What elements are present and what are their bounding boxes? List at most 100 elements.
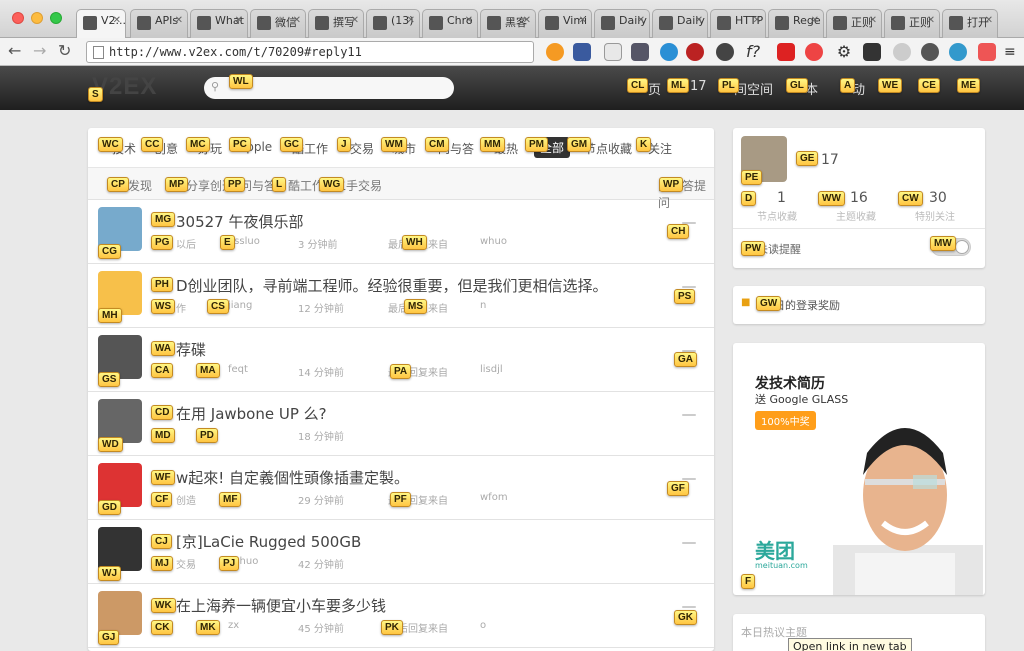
camera-extension-icon[interactable]	[716, 43, 734, 61]
fox-extension-icon[interactable]	[546, 43, 564, 61]
link-hint[interactable]: WF	[151, 470, 175, 485]
subcategory-tab[interactable]: 发现	[128, 177, 152, 194]
link-hint[interactable]: GL	[786, 78, 808, 93]
topic-title[interactable]: 荐碟	[176, 339, 206, 360]
browser-tab[interactable]: 微信 ✕	[250, 9, 306, 38]
reply-count-badge[interactable]	[682, 286, 696, 288]
topic-title[interactable]: 在上海养一辆便宜小车要多少钱	[176, 595, 386, 616]
link-hint[interactable]: MK	[196, 620, 220, 635]
link-hint[interactable]: GF	[667, 481, 689, 496]
close-tab-icon[interactable]: ✕	[811, 15, 819, 26]
browser-tab[interactable]: V2... ✕	[76, 9, 126, 38]
close-tab-icon[interactable]: ✕	[927, 15, 935, 26]
topic-meta[interactable]: zx	[228, 620, 239, 631]
topic-meta[interactable]: whuo	[480, 236, 507, 247]
browser-tab[interactable]: APIs ✕	[130, 9, 188, 38]
link-hint[interactable]: WA	[151, 341, 176, 356]
link-hint[interactable]: WE	[878, 78, 903, 93]
back-arrow-icon[interactable]: ←	[8, 42, 21, 60]
reply-count-badge[interactable]	[682, 606, 696, 608]
close-tab-icon[interactable]: ✕	[175, 15, 183, 26]
link-hint[interactable]: PG	[151, 235, 174, 250]
link-hint[interactable]: MH	[98, 308, 122, 323]
link-hint[interactable]: GJ	[98, 630, 120, 645]
clock-extension-icon[interactable]	[921, 43, 939, 61]
link-hint[interactable]: MF	[219, 492, 242, 507]
link-hint[interactable]: GC	[280, 137, 303, 152]
close-tab-icon[interactable]: ✕	[293, 15, 301, 26]
close-tab-icon[interactable]: ✕	[579, 15, 587, 26]
link-hint[interactable]: PM	[525, 137, 548, 152]
reply-count-badge[interactable]	[682, 414, 696, 416]
nav-home[interactable]: 页	[648, 79, 661, 98]
screenshot-extension-icon[interactable]	[631, 43, 649, 61]
link-hint[interactable]: MM	[480, 137, 505, 152]
link-hint[interactable]: CW	[898, 191, 923, 206]
link-hint[interactable]: WJ	[98, 566, 121, 581]
close-tab-icon[interactable]: ✕	[523, 15, 531, 26]
link-hint[interactable]: PH	[151, 277, 173, 292]
category-tab[interactable]: 节点收藏	[584, 140, 632, 157]
zoom-window-button[interactable]	[50, 12, 62, 24]
link-hint[interactable]: MD	[151, 428, 175, 443]
stat-special-follows[interactable]: 30	[929, 190, 947, 206]
link-hint[interactable]: GW	[756, 296, 782, 311]
link-hint[interactable]: CK	[151, 620, 174, 635]
stat-node-favorites[interactable]: 1	[777, 190, 786, 206]
link-hint[interactable]: CE	[918, 78, 940, 93]
stat-topic-favorites[interactable]: 16	[850, 190, 868, 206]
link-hint[interactable]: CS	[207, 299, 229, 314]
link-hint[interactable]: S	[88, 87, 103, 102]
close-window-button[interactable]	[12, 12, 24, 24]
topic-meta[interactable]: feqt	[228, 364, 248, 375]
link-hint[interactable]: ME	[957, 78, 980, 93]
close-tab-icon[interactable]: ✕	[869, 15, 877, 26]
link-hint[interactable]: PE	[741, 170, 763, 185]
category-tab[interactable]: 关注	[648, 140, 672, 157]
link-hint[interactable]: WW	[818, 191, 845, 206]
reply-count-badge[interactable]	[682, 478, 696, 480]
link-hint[interactable]: PS	[674, 289, 696, 304]
close-tab-icon[interactable]: ✕	[695, 15, 703, 26]
browser-tab[interactable]: Chro ✕	[422, 9, 478, 38]
link-hint[interactable]: WL	[229, 74, 253, 89]
browser-tab[interactable]: 打开 ✕	[942, 9, 998, 38]
link-hint[interactable]: CM	[425, 137, 449, 152]
link-hint[interactable]: CD	[151, 405, 174, 420]
link-hint[interactable]: WM	[381, 137, 407, 152]
address-bar[interactable]: http://www.v2ex.com/t/70209#reply11	[86, 41, 534, 63]
link-hint[interactable]: WD	[98, 437, 123, 452]
link-hint[interactable]: MW	[930, 236, 956, 251]
topic-title[interactable]: [京]LaCie Rugged 500GB	[176, 531, 361, 552]
link-hint[interactable]: WS	[151, 299, 176, 314]
topic-title[interactable]: w起來! 自定義個性頭像插畫定製。	[176, 467, 409, 488]
topic-meta[interactable]: lisdjl	[480, 364, 503, 375]
calendar-extension-icon[interactable]	[573, 43, 591, 61]
close-tab-icon[interactable]: ✕	[465, 15, 473, 26]
link-hint[interactable]: GS	[98, 372, 121, 387]
link-hint[interactable]: WH	[402, 235, 427, 250]
link-hint[interactable]: PP	[224, 177, 246, 192]
link-hint[interactable]: MA	[196, 363, 220, 378]
link-hint[interactable]: PL	[718, 78, 739, 93]
link-hint[interactable]: MJ	[151, 556, 173, 571]
link-hint[interactable]: A	[840, 78, 856, 93]
browser-tab[interactable]: 正则 ✕	[826, 9, 882, 38]
star-extension-icon[interactable]	[777, 43, 795, 61]
blue-circle-extension-icon[interactable]	[660, 43, 678, 61]
link-hint[interactable]: MC	[186, 137, 210, 152]
ad-banner[interactable]: 发技术简历 送 Google GLASS 100%中奖 美团 meituan.c…	[733, 343, 985, 595]
link-hint[interactable]: F	[741, 574, 756, 589]
browser-tab[interactable]: 黑客 ✕	[480, 9, 536, 38]
subcategory-tab[interactable]: 问与答	[240, 177, 276, 194]
link-hint[interactable]: PW	[741, 241, 766, 256]
link-hint[interactable]: E	[220, 235, 235, 250]
link-hint[interactable]: MS	[404, 299, 427, 314]
topic-meta[interactable]: o	[480, 620, 486, 631]
topic-meta[interactable]: jiang	[228, 300, 252, 311]
browser-tab[interactable]: Vimi ✕	[538, 9, 592, 38]
function-extension-icon[interactable]: f?	[744, 43, 762, 61]
browser-tab[interactable]: (13) ✕	[366, 9, 420, 38]
hand-extension-icon[interactable]	[604, 43, 622, 61]
browser-tab[interactable]: 撰写 ✕	[308, 9, 364, 38]
